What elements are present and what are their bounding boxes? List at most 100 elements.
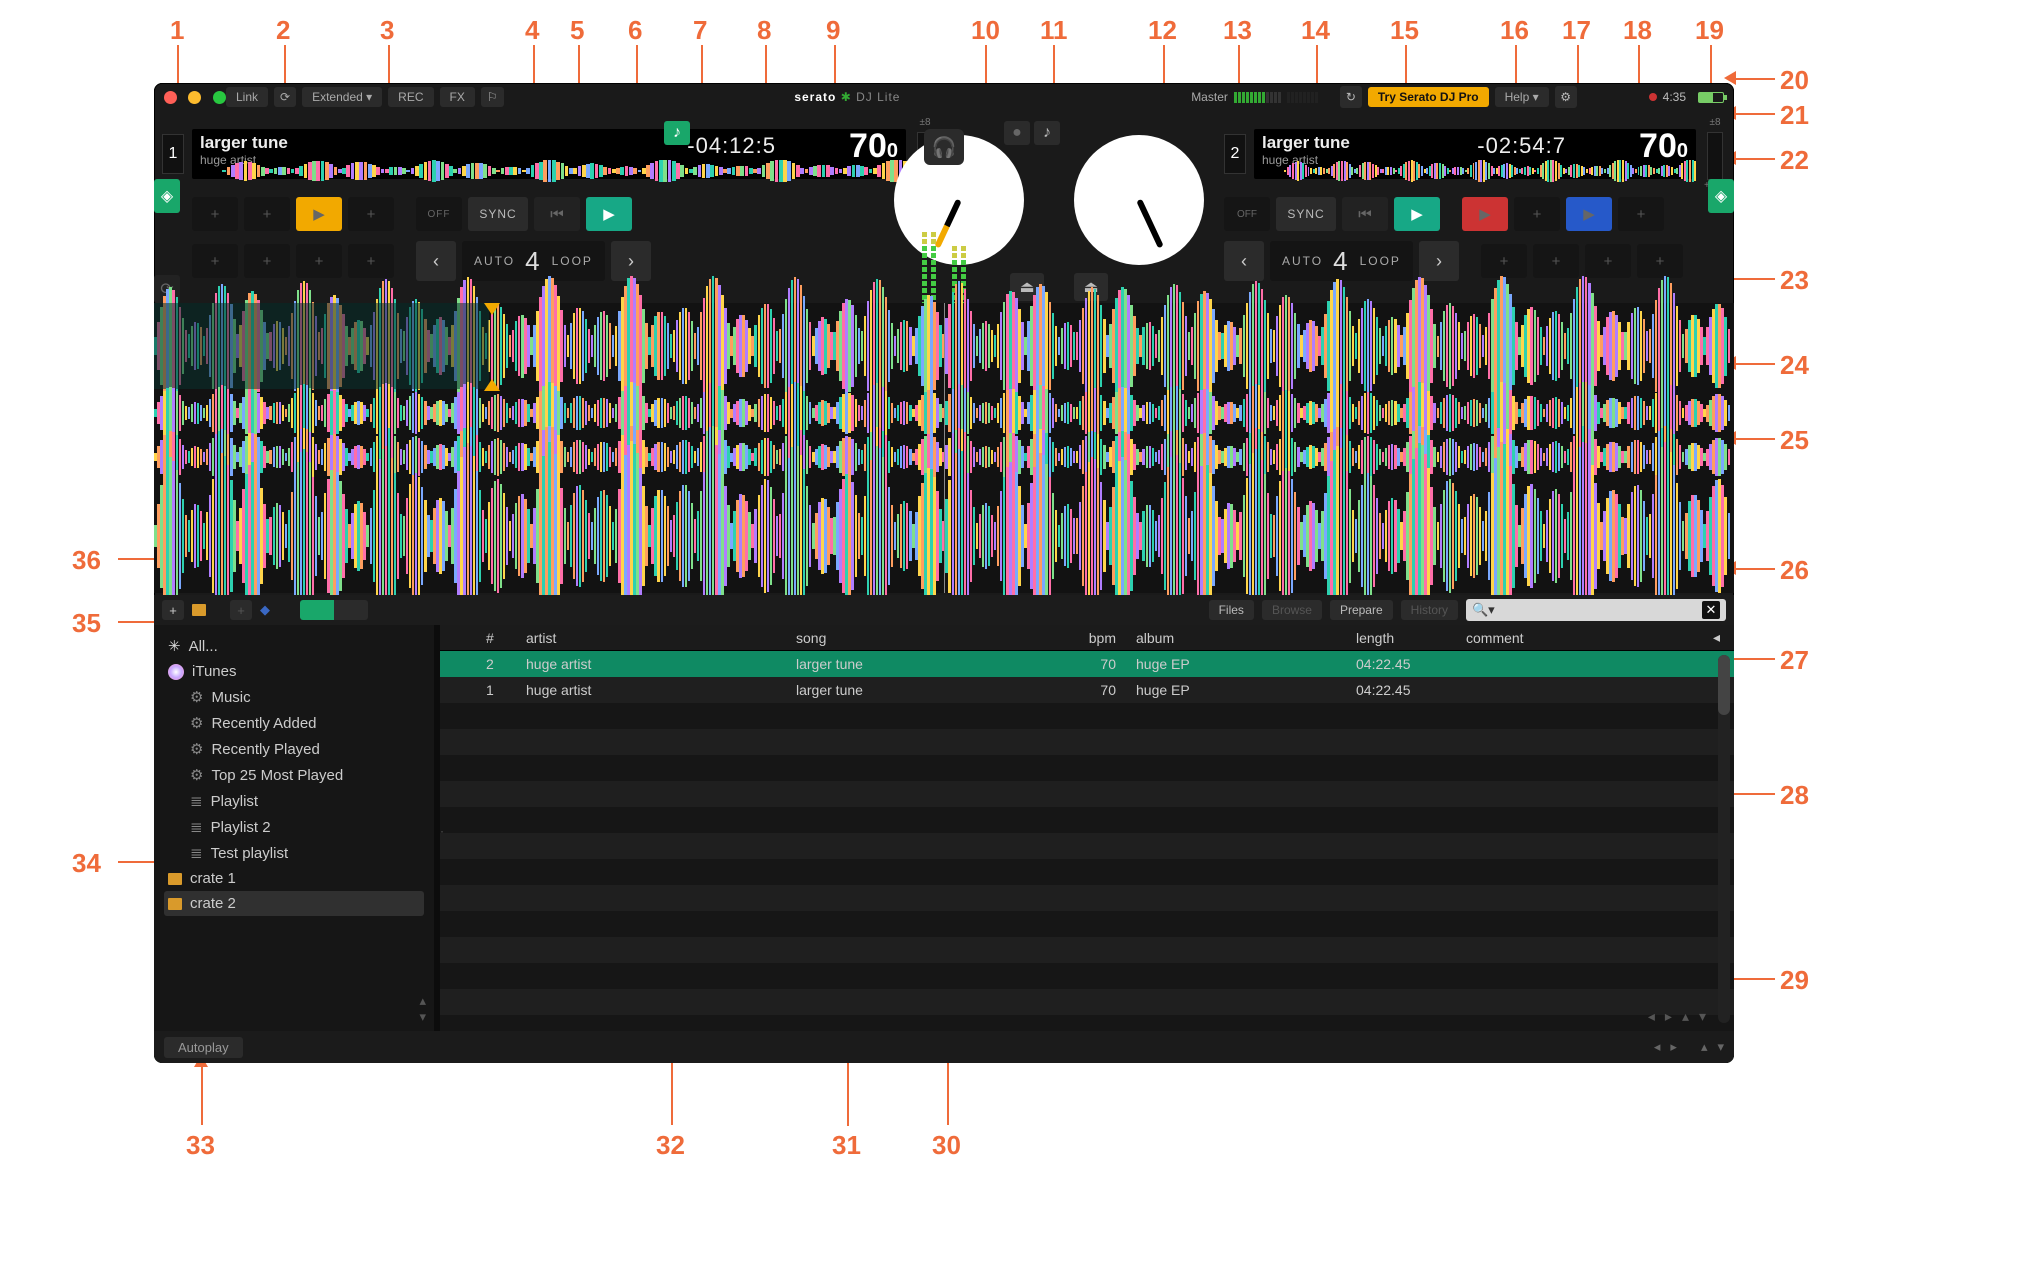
close-icon[interactable]: ✕ [1702,601,1720,619]
search-field[interactable] [1495,602,1702,618]
sync-button[interactable]: SYNC [1276,197,1336,231]
stream-button[interactable]: ♪ [664,121,690,145]
sync-button[interactable]: SYNC [468,197,528,231]
tree-item[interactable]: ✳All... [164,633,424,659]
ann-8: 8 [757,15,771,46]
cue-2-button[interactable]: + [244,197,290,231]
ghost-cue-3-button[interactable]: + [1585,244,1631,278]
main-waveforms[interactable] [154,303,1734,593]
col-length[interactable]: length [1346,630,1456,646]
ann-24: 24 [1780,350,1809,381]
tree-item[interactable]: ⚙Recently Added [164,710,424,736]
col-song[interactable]: song [786,630,1056,646]
add-crate-button[interactable]: + [162,600,184,620]
tree-item[interactable]: ≣Playlist [164,788,424,814]
crate-icon [192,604,206,616]
play-button[interactable]: ▶ [1394,197,1440,231]
table-nav-icons[interactable]: ◂▸▴▾ [1648,1008,1706,1025]
tree-item[interactable]: ≣Playlist 2 [164,814,424,840]
cue-1-button[interactable]: ▶ [1462,197,1508,231]
col-bpm[interactable]: bpm [1056,630,1126,646]
ghost-cue-1-button[interactable]: + [192,244,238,278]
ghost-cue-3-button[interactable]: + [296,244,342,278]
cue-3-button[interactable]: ▶ [1566,197,1612,231]
panel-files-button[interactable]: Files [1209,600,1254,620]
tree-item[interactable]: ⚙Recently Played [164,736,424,762]
tree-expand-icon[interactable]: ▴▾ [419,993,426,1025]
link-refresh-icon[interactable]: ⟳ [274,87,296,107]
col-album[interactable]: album [1126,630,1346,646]
tracks-table[interactable]: # artist song bpm album length comment ◂… [440,625,1734,1031]
layout-extended-button[interactable]: Extended ▾ [302,87,382,107]
cue-1-button[interactable]: + [192,197,238,231]
panel-prepare-button[interactable]: Prepare [1330,600,1393,620]
overview-waveform[interactable] [222,164,906,178]
stream-dot[interactable]: ● [1004,121,1030,145]
slip-mode-button[interactable]: ◈ [1708,179,1734,213]
loop-display[interactable]: AUTO4LOOP [1270,241,1413,281]
ghost-cue-2-button[interactable]: + [1533,244,1579,278]
track-info[interactable]: larger tune huge artist -04:12:5 700 [192,129,906,179]
deck-left: 1 larger tune huge artist -04:12:5 700 ±… [154,111,944,301]
tree-item[interactable]: crate 2 [164,891,424,916]
table-row[interactable]: 1huge artistlarger tune70huge EP04:22.45 [440,677,1734,703]
col-num[interactable]: # [476,630,516,646]
crate-tree[interactable]: ✳All...iTunes⚙Music⚙Recently Added⚙Recen… [154,625,434,1031]
ghost-cue-4-button[interactable]: + [1637,244,1683,278]
skip-back-button[interactable]: ⏮ [1342,197,1388,231]
fx-button[interactable]: FX [440,87,475,107]
loop-half-button[interactable]: ‹ [1224,241,1264,281]
decks: 1 larger tune huge artist -04:12:5 700 ±… [154,111,1734,301]
scrollbar[interactable] [1718,655,1730,1023]
view-toggle[interactable] [300,600,368,620]
gear-icon[interactable]: ⚙ [1555,86,1577,108]
jog-wheel[interactable] [1074,135,1204,265]
panel-browse-button[interactable]: Browse [1262,600,1322,620]
table-row-empty [440,885,1734,911]
help-button[interactable]: Help ▾ [1495,87,1549,107]
ghost-cue-1-button[interactable]: + [1481,244,1527,278]
tree-item[interactable]: ⚙Top 25 Most Played [164,762,424,788]
cue-marker-icon [484,379,500,391]
search-input[interactable]: 🔍▾ ✕ [1466,599,1726,621]
stream-button-right[interactable]: ♪ [1034,121,1060,145]
play-button[interactable]: ▶ [586,197,632,231]
add-smartcrate-button[interactable]: + [230,600,252,620]
track-info[interactable]: larger tune huge artist -02:54:7 700 [1254,129,1696,179]
loop-half-button[interactable]: ‹ [416,241,456,281]
tree-item[interactable]: crate 1 [164,866,424,891]
panel-history-button[interactable]: History [1401,600,1458,620]
table-header[interactable]: # artist song bpm album length comment ◂ [440,625,1734,651]
ghost-cue-4-button[interactable]: + [348,244,394,278]
col-artist[interactable]: artist [516,630,786,646]
ghost-cue-2-button[interactable]: + [244,244,290,278]
flag-icon[interactable]: ⚐ [481,87,504,107]
cue-4-button[interactable]: + [348,197,394,231]
col-comment[interactable]: comment [1456,630,1576,646]
ann-3: 3 [380,15,394,46]
ann-6: 6 [628,15,642,46]
footer-nav-icons[interactable]: ◂▸▴▾ [1654,1039,1724,1055]
cue-4-button[interactable]: + [1618,197,1664,231]
col-menu-icon[interactable]: ◂ [1576,629,1734,646]
slip-mode-button[interactable]: ◈ [154,179,180,213]
link-button[interactable]: Link [226,87,268,107]
cue-2-button[interactable]: + [1514,197,1560,231]
pitch-slider[interactable] [1707,132,1723,180]
loop-double-button[interactable]: › [1419,241,1459,281]
table-row[interactable]: 2huge artistlarger tune70huge EP04:22.45 [440,651,1734,677]
tree-item[interactable]: ⚙Music [164,684,424,710]
tree-item[interactable]: ≣Test playlist [164,840,424,866]
rec-button[interactable]: REC [388,87,433,107]
keylock-button[interactable]: OFF [1224,197,1270,231]
skip-back-button[interactable]: ⏮ [534,197,580,231]
autoplay-button[interactable]: Autoplay [164,1037,243,1058]
loop-display[interactable]: AUTO4LOOP [462,241,605,281]
tree-item[interactable]: iTunes [164,659,424,684]
refresh-icon[interactable]: ↻ [1340,86,1362,108]
keylock-button[interactable]: OFF [416,197,462,231]
try-pro-button[interactable]: Try Serato DJ Pro [1368,87,1489,107]
overview-waveform[interactable] [1284,164,1696,178]
ann-23: 23 [1780,265,1809,296]
cue-3-button[interactable]: ▶ [296,197,342,231]
